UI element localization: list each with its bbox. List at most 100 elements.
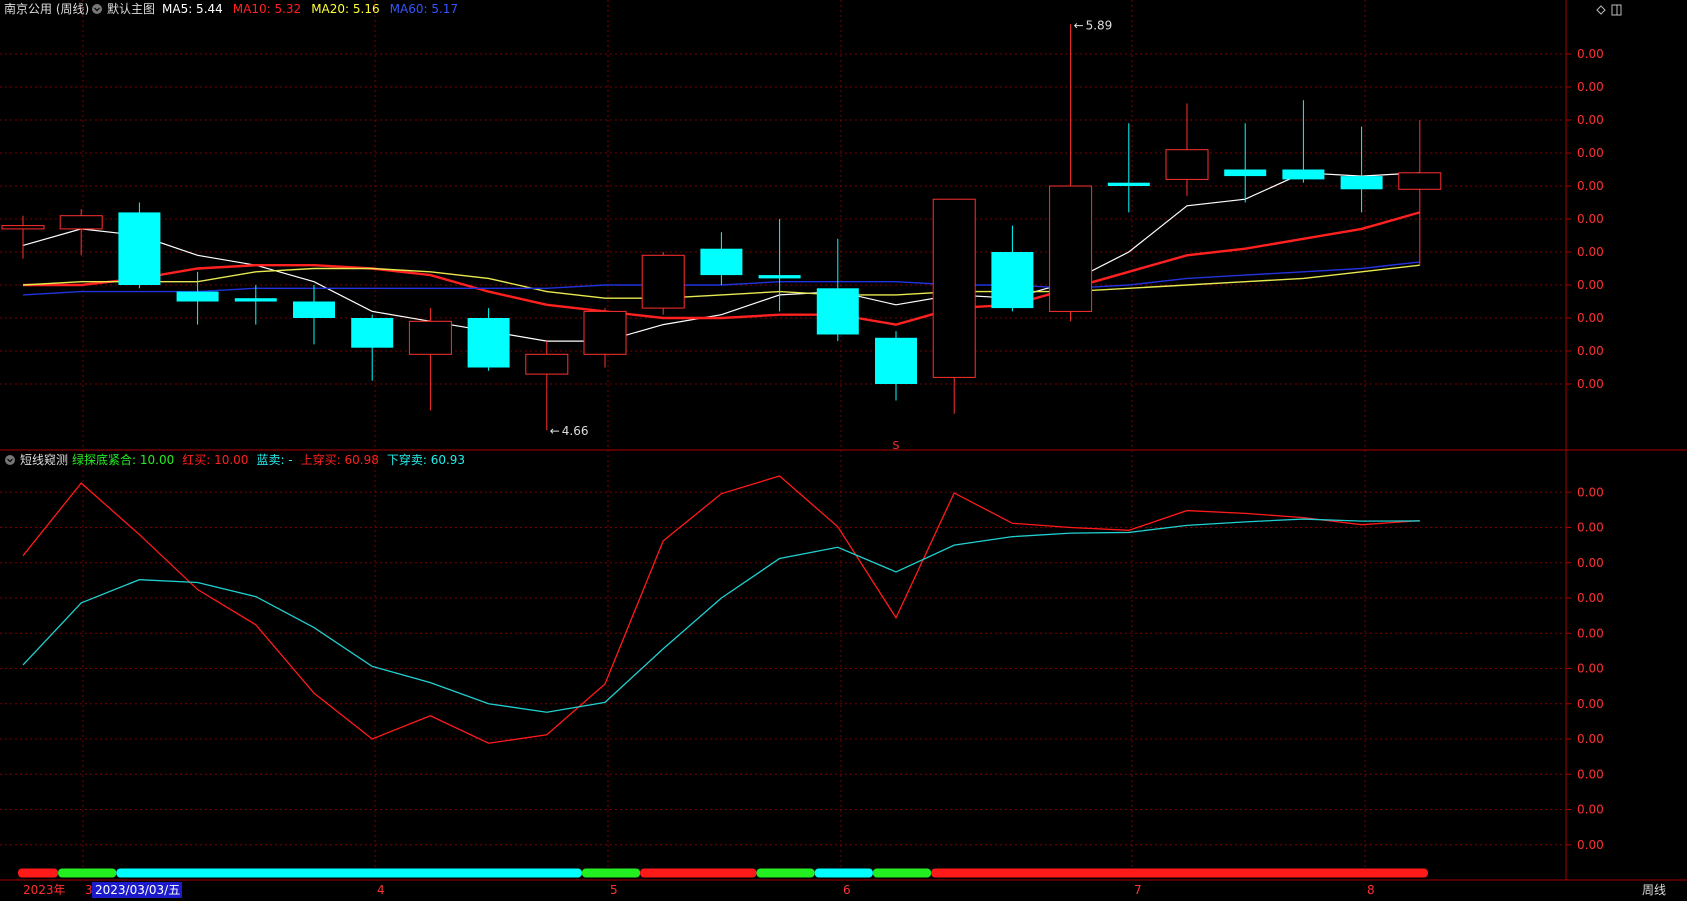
candle [59,209,103,256]
main-chart-name[interactable]: 默认主图 [107,1,155,16]
ind-tick-label: 0.00 [1577,626,1604,640]
candle [1,215,45,259]
indicator-lines [22,475,1420,744]
price-annotation-arrow: ← [1074,18,1084,32]
signal-band [18,868,1428,878]
indicator-line-0 [22,475,1420,744]
stock-title[interactable]: 南京公用 (周线) [4,1,89,16]
candle [1165,103,1209,196]
price-annotations: ← 5.89← 4.66 [550,18,1113,438]
candle [1049,24,1093,322]
main-tick-label: 0.00 [1577,179,1604,193]
candle-body [700,248,743,276]
indicator-legend-item: 绿探底紧合: 10.00 [72,452,174,467]
signal-band-segment-red [640,868,757,878]
price-annotation-arrow: ← [550,424,560,438]
candle-body [1165,149,1209,180]
candle-body [816,288,859,335]
candle-body [118,212,161,285]
main-tick-label: 0.00 [1577,278,1604,292]
indicator-axis: 0.00 0.00 0.00 0.00 0.00 0.00 0.00 0.00 0.00 0.00… [1566,485,1604,852]
candle [234,285,277,325]
diamond-icon[interactable] [1596,5,1606,15]
main-price-axis: 0.00 0.00 0.00 0.00 0.00 0.00 0.00 0.00 0.00 0.00… [1566,47,1604,391]
candle [293,285,335,345]
candle-body [293,301,335,318]
main-tick-label: 0.00 [1577,311,1604,325]
year-label: 2023年 [23,883,66,897]
ma-legend-item: MA60: 5.17 [390,2,458,16]
price-annotation-label: 5.89 [1086,18,1113,32]
month-label: 7 [1134,883,1142,897]
indicator-legend-item: 蓝卖: - [256,453,292,467]
window-controls[interactable] [1596,4,1622,16]
signal-band-segment-green [581,868,641,878]
candle-body [583,310,627,355]
candle-body [234,298,277,302]
candle-body [59,215,103,230]
month-label: 5 [610,883,618,897]
main-tick-label: 0.00 [1577,212,1604,226]
month-label: 8 [1367,883,1375,897]
candle-body [1398,172,1442,190]
signal-s-marker: S [893,439,900,452]
candle-body [467,318,510,368]
candle [758,219,801,312]
main-tick-label: 0.00 [1577,344,1604,358]
indicator-name[interactable]: 短线窥测 [20,452,68,467]
candle-body [408,320,452,355]
candle-body [1107,182,1150,186]
ind-tick-label: 0.00 [1577,556,1604,570]
ma-legend-item: MA20: 5.16 [311,2,379,16]
chart-canvas[interactable]: 南京公用 (周线) 默认主图 MA5: 5.44 MA10: 5.32 MA20: … [0,0,1687,898]
ind-tick-label: 0.00 [1577,591,1604,605]
candle-body [1,225,45,230]
candle [641,252,685,315]
candle [583,308,627,368]
candle-body [932,198,976,378]
month-label: 3 [85,883,93,897]
main-tick-label: 0.00 [1577,245,1604,259]
indicator-legend: 绿探底紧合: 10.00 红买: 10.00 蓝卖: - 上穿买: 60.98 下穿卖:… [72,452,465,467]
time-axis: 2023年 2023/03/03/五 3 4 5 6 7 8 周线 [23,882,1666,898]
indicator-line-1 [22,518,1420,713]
signal-band-segment-cyan [116,868,582,878]
candle [1224,123,1267,203]
main-chart-menu[interactable]: 默认主图 [92,1,155,16]
candles [1,24,1442,431]
month-labels: 3 4 5 6 7 8 [85,883,1375,897]
candle [467,308,510,371]
candle-body [1224,169,1267,177]
signal-band-segment-red [931,868,1428,878]
chevron-down-icon[interactable] [92,4,102,14]
period-label[interactable]: 周线 [1642,883,1666,897]
ind-tick-label: 0.00 [1577,767,1604,781]
candle-body [1049,185,1093,312]
chevron-down-icon[interactable] [5,455,15,465]
month-label: 4 [377,883,385,897]
signal-band-segment-red [18,868,59,878]
candle [118,202,161,289]
grid [0,0,1687,881]
ind-tick-label: 0.00 [1577,803,1604,817]
ind-tick-label: 0.00 [1577,662,1604,676]
main-tick-label: 0.00 [1577,146,1604,160]
ma-legend-item: MA5: 5.44 [162,2,223,16]
signal-band-segment-green [756,868,815,878]
ind-tick-label: 0.00 [1577,485,1604,499]
main-header: 南京公用 (周线) 默认主图 MA5: 5.44 MA10: 5.32 MA20: … [4,1,1622,16]
candle [1282,100,1325,183]
ind-tick-label: 0.00 [1577,838,1604,852]
ma-legend: MA5: 5.44 MA10: 5.32 MA20: 5.16 MA60: 5.17 [162,2,458,16]
indicator-legend-item: 红买: 10.00 [182,452,248,467]
date-cursor-label: 2023/03/03/五 [95,883,180,897]
signal-band-segment-green [872,868,932,878]
indicator-legend-item: 上穿买: 60.98 [301,452,379,467]
signal-band-segment-green [58,868,117,878]
main-tick-label: 0.00 [1577,377,1604,391]
ind-tick-label: 0.00 [1577,732,1604,746]
candle-body [1282,169,1325,180]
candle-body [991,252,1034,309]
indicator-legend-item: 下穿卖: 60.93 [387,452,465,467]
candle [1340,126,1383,213]
